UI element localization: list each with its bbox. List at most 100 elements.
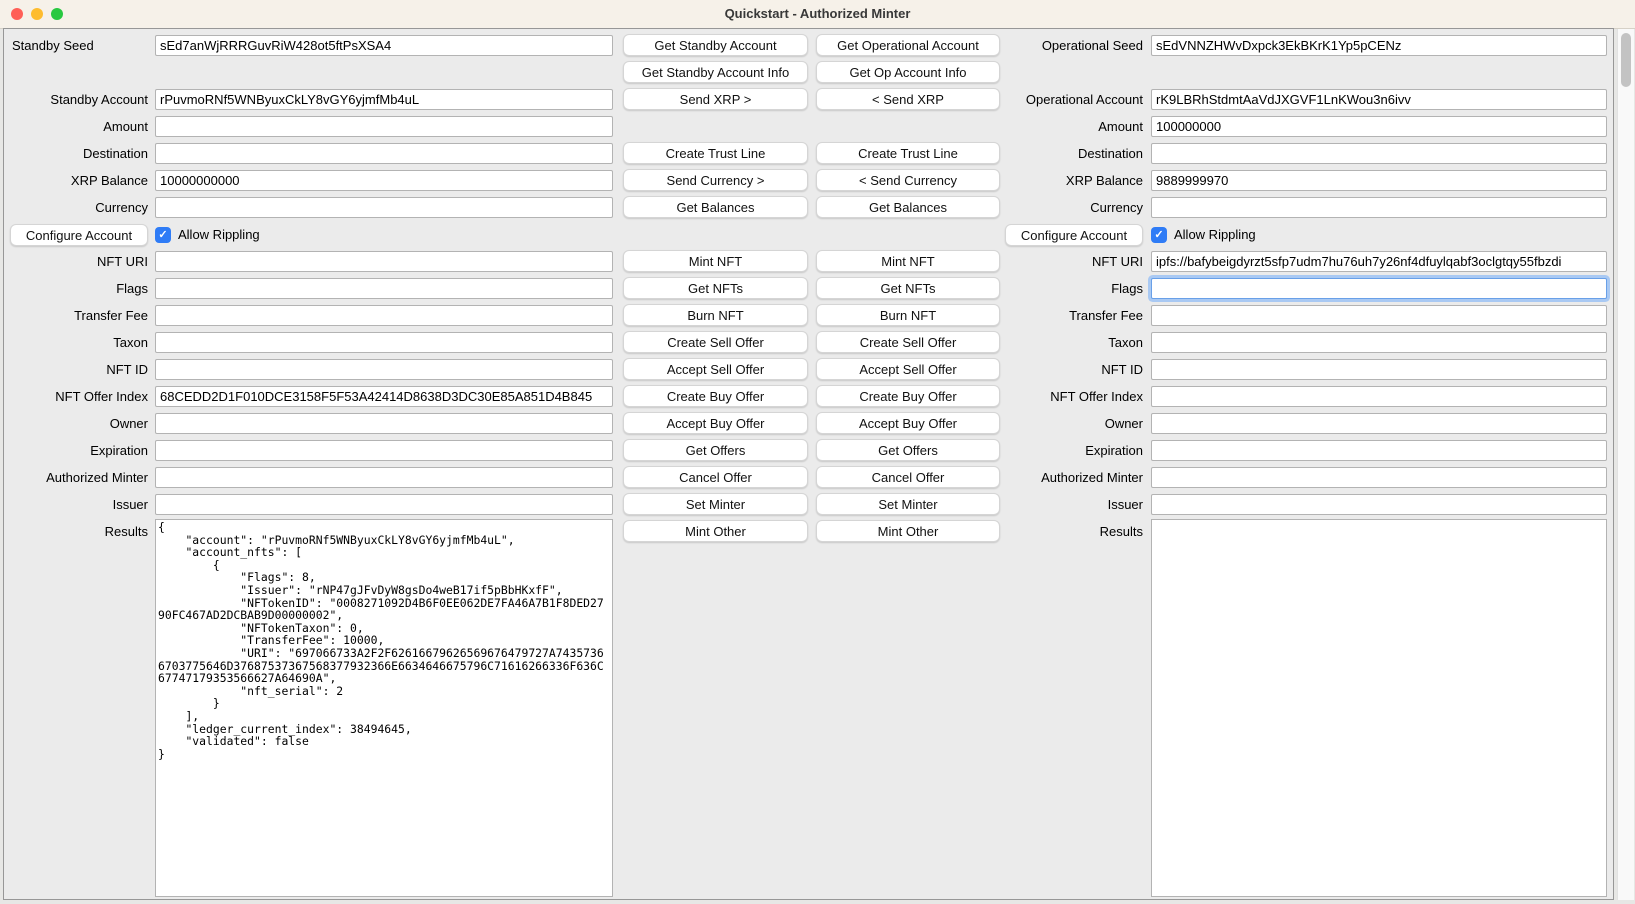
operational-taxon-input[interactable] [1151, 332, 1607, 353]
operational-owner-input[interactable] [1151, 413, 1607, 434]
operational-allow-rippling-checkbox[interactable] [1151, 227, 1167, 243]
operational-nft-offer-index-label: NFT Offer Index [956, 386, 1143, 407]
send-currency-standby-button[interactable]: Send Currency > [623, 169, 808, 191]
configure-account-operational-button[interactable]: Configure Account [1005, 224, 1143, 246]
operational-nft-id-label: NFT ID [956, 359, 1143, 380]
standby-nft-offer-index-input[interactable]: 68CEDD2D1F010DCE3158F5F53A42414D8638D3DC… [155, 386, 613, 407]
cancel-offer-standby-button[interactable]: Cancel Offer [623, 466, 808, 488]
operational-nft-offer-index-input[interactable] [1151, 386, 1607, 407]
standby-nft-id-label: NFT ID [6, 359, 148, 380]
standby-authorized-minter-label: Authorized Minter [6, 467, 148, 488]
standby-nft-uri-input[interactable] [155, 251, 613, 272]
operational-account-input[interactable]: rK9LBRhStdmtAaVdJXGVF1LnKWou3n6ivv [1151, 89, 1607, 110]
get-nfts-standby-button[interactable]: Get NFTs [623, 277, 808, 299]
standby-issuer-input[interactable] [155, 494, 613, 515]
operational-allow-rippling-label: Allow Rippling [1174, 224, 1256, 246]
checkmark-icon [155, 227, 171, 243]
operational-issuer-input[interactable] [1151, 494, 1607, 515]
standby-transfer-fee-input[interactable] [155, 305, 613, 326]
get-standby-account-info-button[interactable]: Get Standby Account Info [623, 61, 808, 83]
operational-destination-label: Destination [956, 143, 1143, 164]
operational-nft-uri-input[interactable]: ipfs://bafybeigdyrzt5sfp7udm7hu76uh7y26n… [1151, 251, 1607, 272]
operational-issuer-label: Issuer [956, 494, 1143, 515]
operational-results-textarea[interactable] [1151, 519, 1607, 897]
operational-flags-label: Flags [956, 278, 1143, 299]
minimize-button[interactable] [31, 8, 43, 20]
titlebar: Quickstart - Authorized Minter [0, 0, 1635, 29]
standby-nft-id-input[interactable] [155, 359, 613, 380]
operational-seed-label: Operational Seed [956, 35, 1143, 56]
standby-destination-input[interactable] [155, 143, 613, 164]
standby-account-input[interactable]: rPuvmoRNf5WNByuxCkLY8vGY6yjmfMb4uL [155, 89, 613, 110]
standby-results-textarea[interactable]: { "account": "rPuvmoRNf5WNByuxCkLY8vGY6y… [155, 519, 613, 897]
standby-account-label: Standby Account [6, 89, 148, 110]
send-xrp-standby-button[interactable]: Send XRP > [623, 88, 808, 110]
create-buy-offer-standby-button[interactable]: Create Buy Offer [623, 385, 808, 407]
standby-taxon-label: Taxon [6, 332, 148, 353]
close-button[interactable] [11, 8, 23, 20]
window-title: Quickstart - Authorized Minter [0, 0, 1635, 28]
standby-seed-label: Standby Seed [6, 35, 154, 56]
standby-expiration-label: Expiration [6, 440, 148, 461]
operational-destination-input[interactable] [1151, 143, 1607, 164]
mint-nft-standby-button[interactable]: Mint NFT [623, 250, 808, 272]
standby-owner-input[interactable] [155, 413, 613, 434]
checkmark-icon [1151, 227, 1167, 243]
operational-owner-label: Owner [956, 413, 1143, 434]
operational-authorized-minter-input[interactable] [1151, 467, 1607, 488]
accept-buy-offer-standby-button[interactable]: Accept Buy Offer [623, 412, 808, 434]
vertical-scrollbar[interactable] [1617, 29, 1634, 900]
standby-flags-input[interactable] [155, 278, 613, 299]
zoom-button[interactable] [51, 8, 63, 20]
standby-xrp-balance-input[interactable]: 10000000000 [155, 170, 613, 191]
standby-nft-offer-index-label: NFT Offer Index [6, 386, 148, 407]
standby-transfer-fee-label: Transfer Fee [6, 305, 148, 326]
get-offers-standby-button[interactable]: Get Offers [623, 439, 808, 461]
standby-nft-uri-label: NFT URI [6, 251, 148, 272]
set-minter-standby-button[interactable]: Set Minter [623, 493, 808, 515]
standby-authorized-minter-input[interactable] [155, 467, 613, 488]
operational-authorized-minter-label: Authorized Minter [956, 467, 1143, 488]
operational-nft-id-input[interactable] [1151, 359, 1607, 380]
operational-currency-input[interactable] [1151, 197, 1607, 218]
operational-taxon-label: Taxon [956, 332, 1143, 353]
get-standby-account-button[interactable]: Get Standby Account [623, 34, 808, 56]
operational-seed-input[interactable]: sEdVNNZHWvDxpck3EkBKrK1Yp5pCENz [1151, 35, 1607, 56]
configure-account-standby-button[interactable]: Configure Account [10, 224, 148, 246]
operational-currency-label: Currency [956, 197, 1143, 218]
operational-transfer-fee-label: Transfer Fee [956, 305, 1143, 326]
operational-transfer-fee-input[interactable] [1151, 305, 1607, 326]
operational-expiration-input[interactable] [1151, 440, 1607, 461]
standby-destination-label: Destination [6, 143, 148, 164]
operational-flags-input[interactable] [1151, 278, 1607, 299]
operational-results-label: Results [956, 521, 1143, 542]
get-op-account-info-button[interactable]: Get Op Account Info [816, 61, 1000, 83]
scrollbar-thumb[interactable] [1621, 33, 1631, 87]
standby-currency-input[interactable] [155, 197, 613, 218]
operational-xrp-balance-label: XRP Balance [956, 170, 1143, 191]
standby-amount-label: Amount [6, 116, 148, 137]
mint-other-standby-button[interactable]: Mint Other [623, 520, 808, 542]
standby-issuer-label: Issuer [6, 494, 148, 515]
standby-results-label: Results [6, 521, 148, 542]
standby-taxon-input[interactable] [155, 332, 613, 353]
standby-allow-rippling-checkbox[interactable] [155, 227, 171, 243]
standby-allow-rippling-label: Allow Rippling [178, 224, 260, 246]
create-sell-offer-standby-button[interactable]: Create Sell Offer [623, 331, 808, 353]
standby-flags-label: Flags [6, 278, 148, 299]
standby-amount-input[interactable] [155, 116, 613, 137]
standby-owner-label: Owner [6, 413, 148, 434]
get-balances-standby-button[interactable]: Get Balances [623, 196, 808, 218]
operational-amount-label: Amount [956, 116, 1143, 137]
operational-amount-input[interactable]: 100000000 [1151, 116, 1607, 137]
burn-nft-standby-button[interactable]: Burn NFT [623, 304, 808, 326]
standby-expiration-input[interactable] [155, 440, 613, 461]
standby-xrp-balance-label: XRP Balance [6, 170, 148, 191]
standby-seed-input[interactable]: sEd7anWjRRRGuvRiW428ot5ftPsXSA4 [155, 35, 613, 56]
operational-xrp-balance-input[interactable]: 9889999970 [1151, 170, 1607, 191]
operational-nft-uri-label: NFT URI [956, 251, 1143, 272]
accept-sell-offer-standby-button[interactable]: Accept Sell Offer [623, 358, 808, 380]
create-trust-line-standby-button[interactable]: Create Trust Line [623, 142, 808, 164]
operational-account-label: Operational Account [956, 89, 1143, 110]
standby-currency-label: Currency [6, 197, 148, 218]
